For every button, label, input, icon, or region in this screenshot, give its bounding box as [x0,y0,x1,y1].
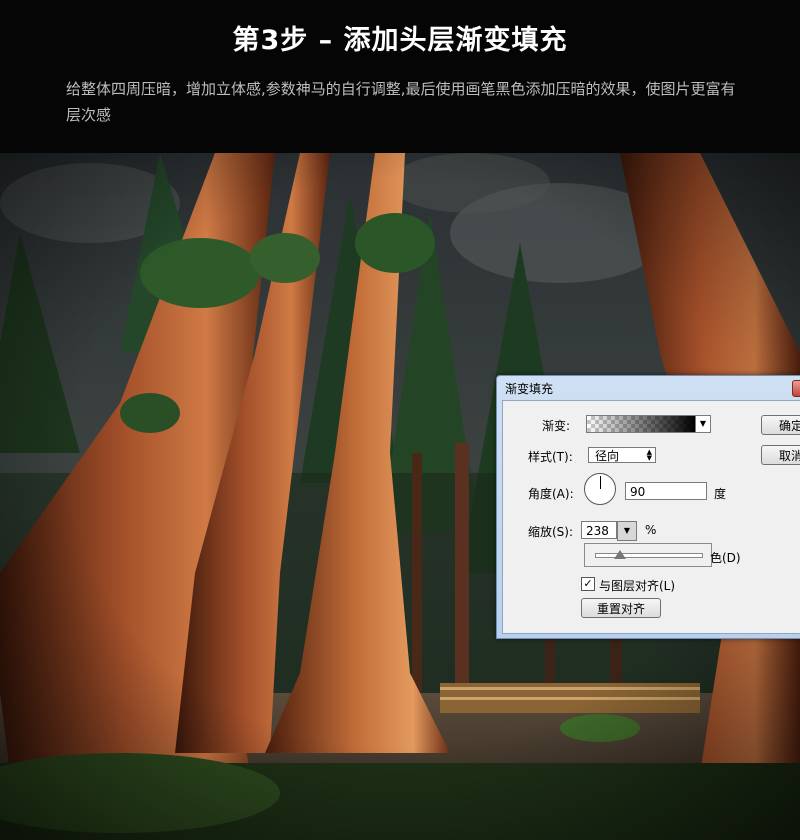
dialog-body: 渐变: ▼ 样式(T): 径向 ▲ ▼ 角度(A): 90 度 缩放(S): 23… [502,400,800,634]
angle-unit: 度 [714,487,727,501]
ok-button[interactable]: 确定 [761,415,800,435]
dial-needle [600,476,601,489]
updown-arrows-icon: ▲ ▼ [646,448,652,462]
angle-dial[interactable] [584,473,616,505]
tutorial-header: 第3步 – 添加头层渐变填充 给整体四周压暗，增加立体感,参数神马的自行调整,最… [0,0,800,153]
dialog-title: 渐变填充 [505,382,554,396]
style-label: 样式(T): [528,450,573,464]
scale-label: 缩放(S): [528,525,574,539]
cancel-button[interactable]: 取消 [761,445,800,465]
gradient-label: 渐变: [542,419,571,433]
close-icon[interactable] [792,380,800,397]
step-title: 第3步 – 添加头层渐变填充 [232,25,568,56]
scale-slider-track[interactable] [595,553,703,558]
gradient-fill-dialog: 渐变填充 渐变: ▼ 样式(T): 径向 ▲ ▼ 角度(A): 90 度 缩放(S… [496,375,800,639]
align-checkbox[interactable]: ✓ [581,577,595,591]
scale-input[interactable]: 238 [581,521,617,539]
chevron-down-icon[interactable]: ▼ [617,521,637,541]
check-icon: ✓ [583,577,593,590]
reset-align-button[interactable]: 重置对齐 [581,598,661,618]
style-select[interactable]: 径向 ▲ ▼ [588,447,656,463]
style-select-value: 径向 [595,449,620,463]
dialog-titlebar[interactable]: 渐变填充 [497,376,800,398]
partial-checkbox-label: 色(D) [710,551,741,565]
angle-label: 角度(A): [528,487,574,501]
gradient-preview[interactable] [586,415,696,433]
align-checkbox-label: 与图层对齐(L) [599,579,676,593]
scale-unit: % [645,523,657,537]
angle-input[interactable]: 90 [625,482,707,500]
step-description: 给整体四周压暗，增加立体感,参数神马的自行调整,最后使用画笔黑色添加压暗的效果，… [66,80,736,124]
chevron-down-icon[interactable]: ▼ [695,415,711,433]
scale-slider-popup [584,543,712,567]
scale-slider-thumb[interactable] [614,550,627,559]
